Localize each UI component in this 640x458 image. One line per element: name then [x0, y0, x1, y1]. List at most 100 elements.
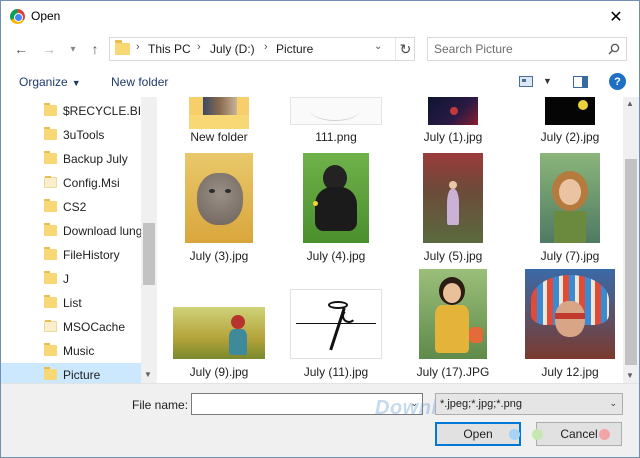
dialog-title: Open: [31, 9, 61, 23]
file-name: July (9).jpg: [189, 365, 249, 379]
sidebar-item-picture[interactable]: Picture: [1, 363, 141, 383]
folder-icon: [44, 199, 57, 212]
chevron-right-icon: ›: [136, 41, 140, 53]
file-item[interactable]: July 12.jpg: [520, 269, 620, 383]
file-item[interactable]: July (3).jpg: [169, 153, 269, 273]
file-item[interactable]: July (4).jpg: [286, 153, 386, 273]
content-scrollbar[interactable]: ▲ ▼: [623, 97, 639, 383]
file-name: New folder: [190, 130, 248, 144]
file-type-select[interactable]: *.jpeg;*.jpg;*.png ⌄: [435, 393, 623, 415]
folder-icon: [44, 320, 57, 332]
sidebar-item-music[interactable]: Music: [1, 339, 141, 363]
organize-label: Organize: [19, 75, 68, 89]
file-name: July (7).jpg: [540, 249, 600, 263]
image-thumbnail: [540, 153, 600, 243]
sidebar-item-label: Picture: [63, 368, 101, 382]
sidebar-item-label: 3uTools: [63, 128, 105, 142]
sidebar-item-download-lung[interactable]: Download lung: [1, 219, 143, 243]
image-thumbnail: [290, 97, 382, 125]
forward-arrow-icon[interactable]: →: [39, 39, 59, 59]
file-item[interactable]: July (17).JPG: [403, 269, 503, 383]
image-thumbnail: [423, 153, 483, 243]
sidebar-item-3utools[interactable]: 3uTools: [1, 123, 141, 147]
chrome-icon: [10, 9, 25, 24]
file-name: July (2).jpg: [540, 130, 600, 144]
image-thumbnail: [303, 153, 369, 243]
sidebar-item-j[interactable]: J: [1, 267, 141, 291]
folder-icon: [44, 295, 57, 308]
sidebar-item-recycle-bin[interactable]: $RECYCLE.BIN: [1, 99, 150, 123]
file-selection-panel: File name: ⌄ Download.com.vn *.jpeg;*.jp…: [1, 383, 639, 457]
sidebar-item-label: Config.Msi: [63, 176, 120, 190]
change-view-icon[interactable]: [519, 76, 533, 87]
caret-down-icon[interactable]: ▼: [543, 76, 552, 86]
chevron-down-icon[interactable]: ⌄: [374, 41, 382, 52]
sidebar-item-label: MSOCache: [63, 320, 126, 334]
back-arrow-icon[interactable]: ←: [11, 39, 31, 59]
refresh-icon[interactable]: ↻: [395, 38, 415, 60]
image-thumbnail: [419, 269, 487, 359]
file-item[interactable]: July (5).jpg: [403, 153, 503, 273]
image-thumbnail: [525, 269, 615, 359]
search-icon[interactable]: [608, 43, 620, 55]
file-list: New folder 111.png July (1).jpg July (2).jp…: [159, 97, 623, 383]
sidebar-item-label: J: [63, 272, 69, 286]
address-bar[interactable]: › This PC › July (D:) › Picture ⌄ ↻: [109, 37, 415, 61]
new-folder-button[interactable]: New folder: [111, 75, 168, 89]
folder-icon: [44, 127, 57, 140]
scrollbar-thumb[interactable]: [143, 223, 155, 285]
watermark-dot: [509, 429, 520, 440]
scrollbar-thumb[interactable]: [625, 159, 637, 365]
organize-menu[interactable]: Organize ▼: [19, 75, 81, 89]
scroll-up-icon[interactable]: ▲: [626, 99, 634, 108]
file-name-label: File name:: [132, 398, 189, 412]
sidebar-item-label: Download lung: [63, 224, 143, 238]
breadcrumb-picture[interactable]: Picture: [276, 42, 313, 56]
title-bar: Open ✕: [1, 1, 639, 32]
folder-icon: [44, 223, 57, 236]
sidebar-item-list[interactable]: List: [1, 291, 141, 315]
file-type-value: *.jpeg;*.jpg;*.png: [440, 398, 522, 410]
scroll-down-icon[interactable]: ▼: [144, 370, 152, 379]
caret-down-icon: ▼: [71, 78, 81, 88]
folder-icon: [44, 247, 57, 260]
sidebar-item-label: List: [63, 296, 82, 310]
file-item[interactable]: July (9).jpg: [169, 269, 269, 383]
file-name: July (5).jpg: [423, 249, 483, 263]
sidebar-item-label: Backup July: [63, 152, 128, 166]
file-item[interactable]: July (7).jpg: [520, 153, 620, 273]
watermark-dot: [532, 429, 543, 440]
folder-icon: [44, 151, 57, 164]
help-icon[interactable]: ?: [609, 73, 626, 90]
search-input[interactable]: [434, 42, 604, 56]
image-thumbnail: [173, 307, 265, 359]
chevron-right-icon: ›: [264, 41, 268, 53]
file-name: July (4).jpg: [306, 249, 366, 263]
breadcrumb-this-pc[interactable]: This PC: [148, 42, 191, 56]
sidebar-item-label: FileHistory: [63, 248, 120, 262]
chevron-right-icon: ›: [197, 41, 201, 53]
sidebar-scrollbar[interactable]: ▼: [141, 97, 157, 383]
sidebar-item-filehistory[interactable]: FileHistory: [1, 243, 141, 267]
file-name: July (1).jpg: [423, 130, 483, 144]
breadcrumb-drive[interactable]: July (D:): [210, 42, 255, 56]
file-name: 111.png: [315, 130, 357, 144]
sidebar-item-config-msi[interactable]: Config.Msi: [1, 171, 141, 195]
close-button[interactable]: ✕: [593, 1, 639, 32]
file-name: July 12.jpg: [541, 365, 599, 379]
open-dialog: Open ✕ ← → ▾ ↑ › This PC › July (D:) › P…: [0, 0, 640, 458]
sidebar-item-label: $RECYCLE.BIN: [63, 104, 150, 118]
recent-locations-icon[interactable]: ▾: [63, 39, 83, 59]
sidebar-item-msocache[interactable]: MSOCache: [1, 315, 141, 339]
file-name: July (11).jpg: [303, 365, 369, 379]
sidebar-item-backup-july[interactable]: Backup July: [1, 147, 141, 171]
up-arrow-icon[interactable]: ↑: [85, 39, 105, 59]
scroll-down-icon[interactable]: ▼: [626, 371, 634, 380]
image-thumbnail: [290, 289, 382, 359]
file-item[interactable]: July (11).jpg: [286, 269, 386, 383]
search-box[interactable]: [427, 37, 627, 61]
sidebar-item-cs2[interactable]: CS2: [1, 195, 141, 219]
navigation-bar: ← → ▾ ↑ › This PC › July (D:) › Picture …: [1, 34, 639, 64]
preview-pane-icon[interactable]: [573, 76, 588, 88]
folder-icon: [44, 103, 57, 116]
